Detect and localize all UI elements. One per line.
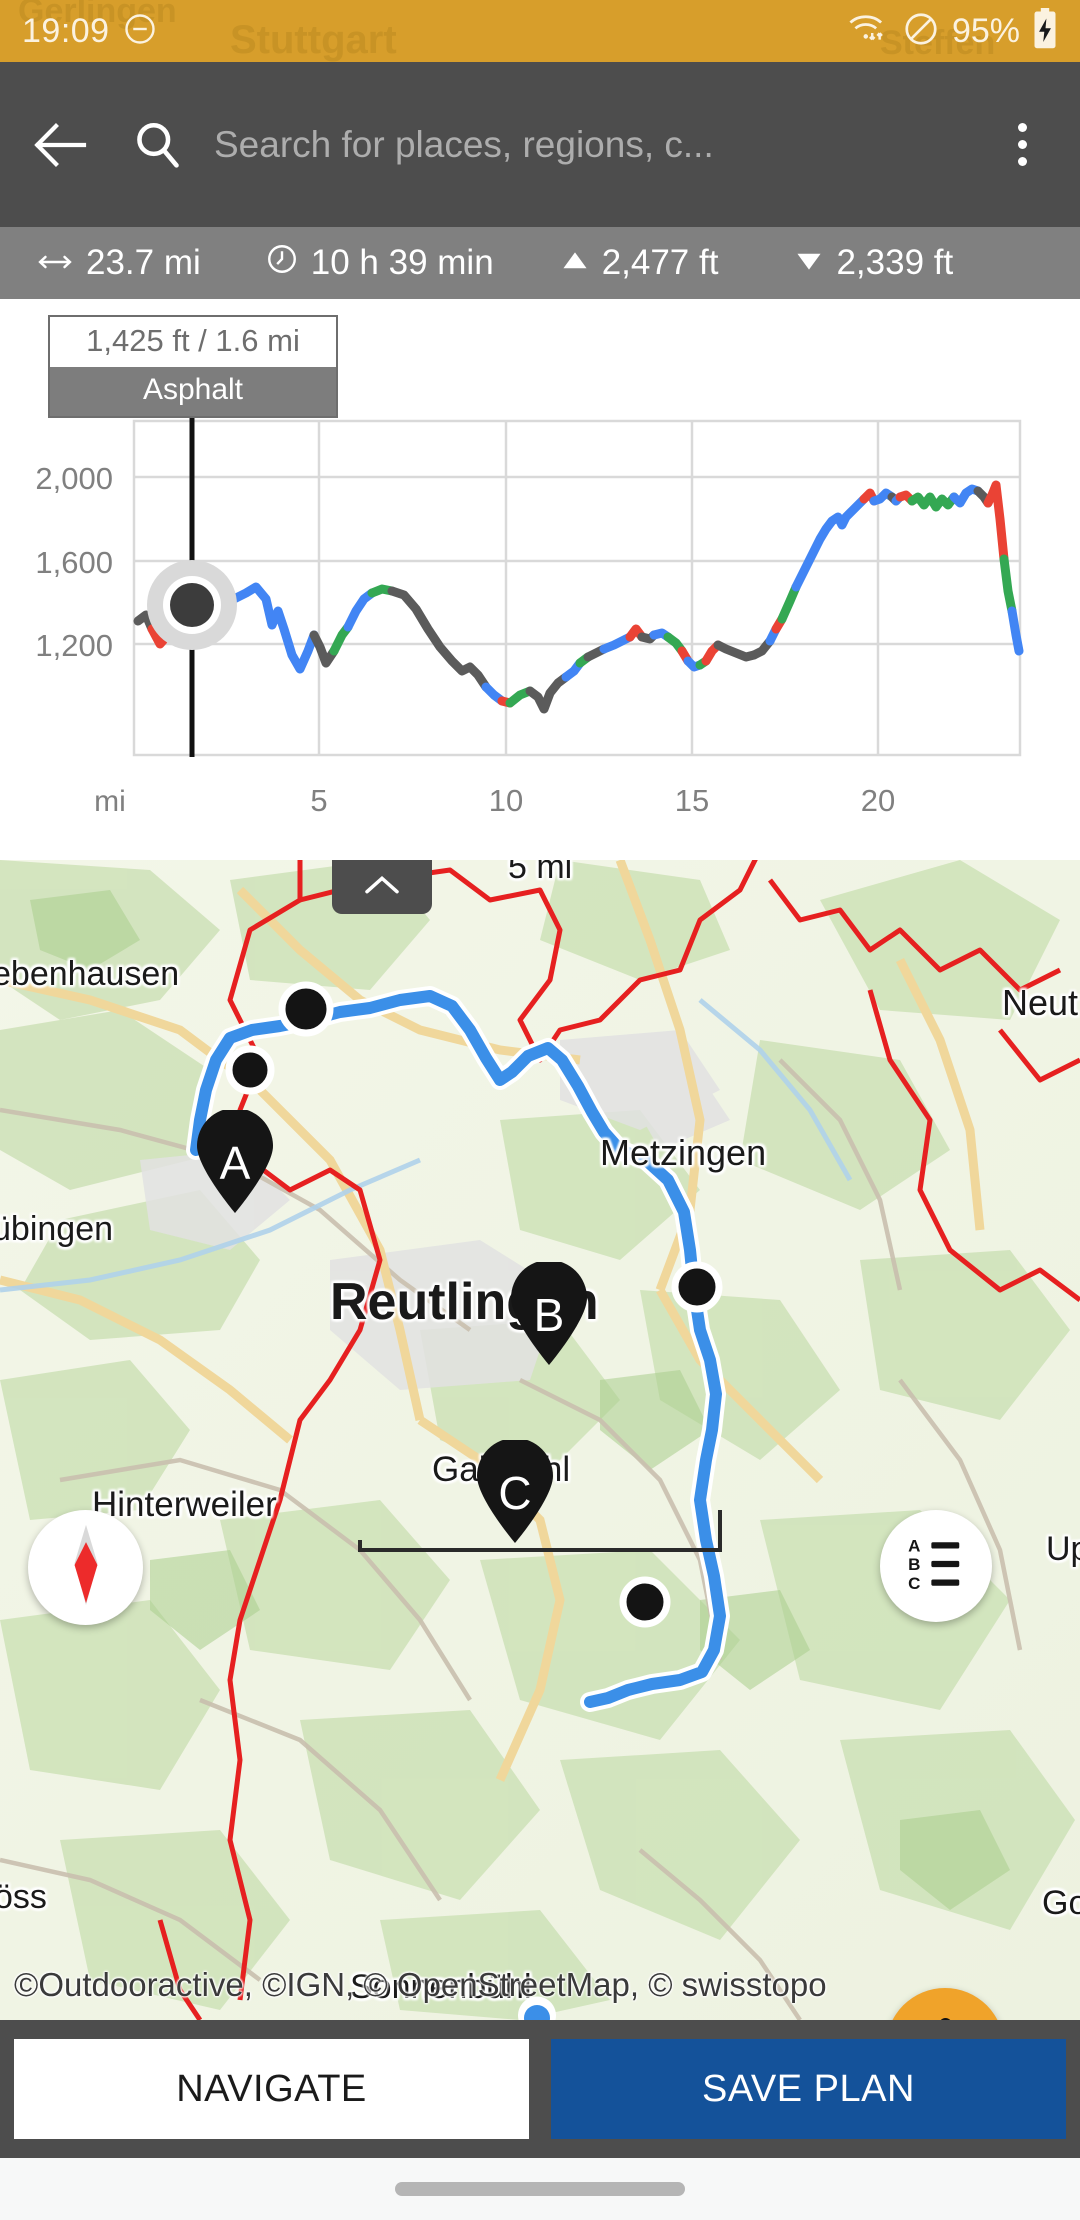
ghost-label-stuttgart: Stuttgart (230, 18, 397, 62)
chevron-up-icon (362, 873, 402, 902)
stat-duration: 10 h 39 min (265, 242, 494, 285)
distance-arrows-icon (36, 243, 74, 283)
search-bar (0, 62, 1080, 227)
system-gesture-bar (0, 2158, 1080, 2220)
more-vertical-icon-dot (1017, 157, 1027, 166)
waypoint-pin-c-label: C (498, 1467, 532, 1519)
minus-circle-icon (122, 11, 158, 52)
map-label-tuebingen: übingen (0, 1210, 114, 1248)
x-axis-unit: mi (94, 785, 126, 818)
more-vertical-icon-dot (1017, 123, 1027, 132)
svg-text:A: A (908, 1536, 920, 1555)
chart-tooltip-elevation: 1,425 ft / 1.6 mi (50, 317, 336, 367)
map-label-metzingen: Metzingen (600, 1132, 767, 1173)
stat-descent-value: 2,339 ft (836, 243, 954, 282)
waypoint-pin-b[interactable]: B (506, 1262, 592, 1365)
navigate-button[interactable]: NAVIGATE (14, 2039, 529, 2139)
y-tick-1200: 1,200 (35, 628, 113, 663)
map-label-gomadingen: Go (1042, 1884, 1080, 1922)
stat-ascent-value: 2,477 ft (601, 243, 719, 282)
more-vertical-icon-dot (1017, 140, 1027, 149)
x-tick-10: 10 (489, 783, 523, 818)
save-plan-button[interactable]: SAVE PLAN (551, 2039, 1066, 2139)
chart-tooltip-surface: Asphalt (50, 367, 336, 416)
status-bar-clock: 19:09 (22, 11, 110, 50)
search-input[interactable] (214, 123, 992, 166)
overflow-menu-button[interactable] (992, 110, 1052, 180)
ascent-triangle-up-icon (560, 243, 590, 283)
waypoints-list-button[interactable]: A B C (880, 1510, 992, 1622)
map-attribution: ©Outdooractive, ©IGN, © OpenStreetMap, ©… (14, 1966, 827, 2003)
y-tick-1600: 1,600 (35, 545, 113, 580)
map-scale-label: 5 mi (508, 860, 573, 886)
map-label-upfingen: Up (1046, 1530, 1080, 1568)
descent-triangle-down-icon (794, 243, 824, 283)
home-gesture-pill[interactable] (395, 2182, 685, 2196)
x-tick-20: 20 (861, 783, 895, 818)
waypoint-pin-a[interactable]: A (192, 1110, 278, 1213)
waypoint-pin-b-label: B (533, 1289, 565, 1341)
elevation-chart-panel[interactable]: ft 2,000 1,600 1,200 mi 5 10 15 20 (0, 299, 1080, 860)
search-icon[interactable] (128, 116, 186, 174)
battery-charging-icon (1032, 7, 1058, 55)
map-label-hinterweiler: Hinterweiler (92, 1485, 277, 1524)
svg-text:B: B (908, 1555, 920, 1574)
chart-cursor-dot[interactable] (170, 583, 214, 627)
map-canvas[interactable]: ebenhausen Walddorfhäslach Großbett Neut… (0, 860, 1080, 2020)
back-arrow-icon[interactable] (28, 113, 92, 177)
stat-ascent: 2,477 ft (560, 243, 719, 283)
compass-needle-icon (57, 1523, 115, 1612)
stat-distance-value: 23.7 mi (86, 243, 201, 282)
collapse-chart-button[interactable] (332, 860, 432, 914)
do-not-disturb-icon (902, 10, 940, 53)
elevation-profile-line (133, 480, 1024, 714)
stat-distance: 23.7 mi (36, 243, 201, 283)
x-tick-5: 5 (310, 783, 327, 818)
compass-button[interactable] (28, 1510, 143, 1625)
map-label-neuffen: Neut (1002, 982, 1079, 1023)
svg-text:C: C (908, 1573, 920, 1592)
battery-percentage: 95% (951, 11, 1020, 50)
wifi-icon (848, 11, 890, 52)
waypoint-pin-a-label: A (219, 1137, 251, 1189)
x-tick-15: 15 (675, 783, 709, 818)
waypoints-abc-list-icon: A B C (905, 1533, 967, 1600)
route-stats-bar: 23.7 mi 10 h 39 min 2,477 ft 2,339 ft (0, 227, 1080, 299)
map-label-bebenhausen: ebenhausen (0, 955, 180, 993)
chart-tooltip: 1,425 ft / 1.6 mi Asphalt (48, 315, 338, 418)
map-label-moessingen: öss (0, 1878, 47, 1916)
stat-duration-value: 10 h 39 min (310, 243, 494, 282)
bottom-action-bar: NAVIGATE SAVE PLAN (0, 2020, 1080, 2158)
y-tick-2000: 2,000 (35, 461, 113, 496)
clock-icon (265, 242, 299, 285)
status-bar: Gerlingen Stuttgart Steffen 19:09 95% (0, 0, 1080, 62)
waypoint-pin-c[interactable]: C (472, 1440, 558, 1543)
stat-descent: 2,339 ft (794, 243, 953, 283)
